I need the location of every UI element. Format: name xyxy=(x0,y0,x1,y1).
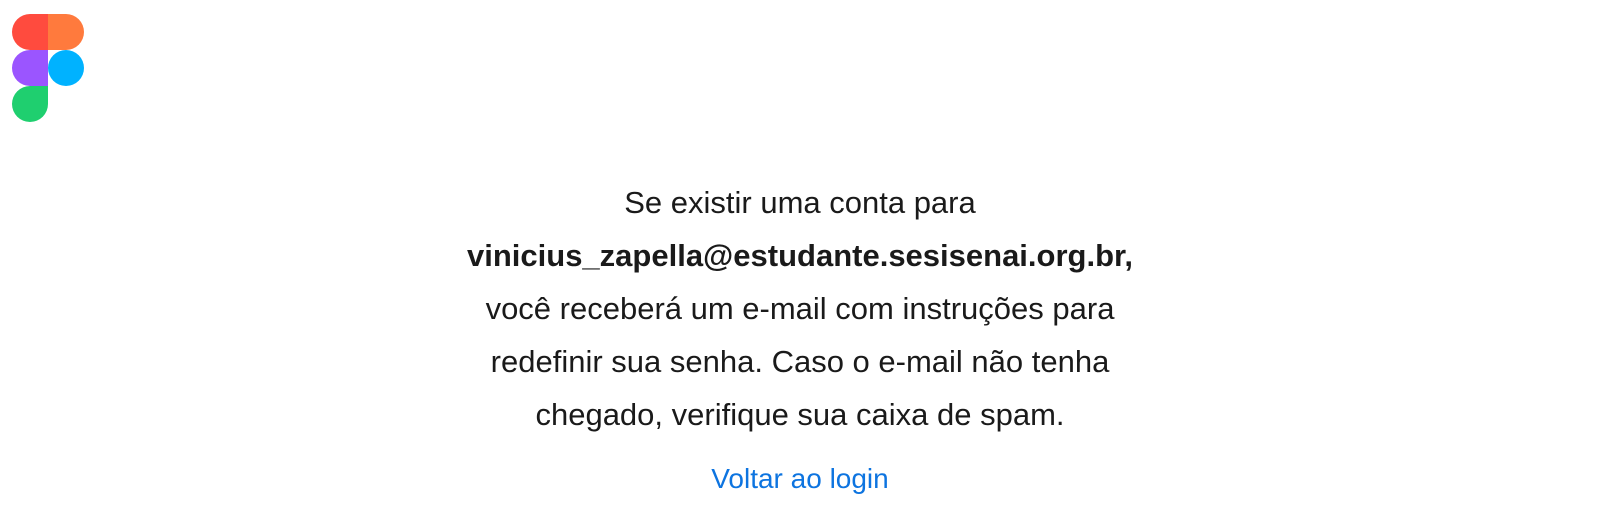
message-line-3: você receberá um e-mail com instruções p… xyxy=(485,291,1115,326)
message-email-line: vinicius_zapella@estudante.sesisenai.org… xyxy=(400,229,1200,282)
back-to-login-link[interactable]: Voltar ao login xyxy=(600,460,1000,498)
figma-logo-icon[interactable] xyxy=(12,14,84,122)
reset-confirmation-message: Se existir uma conta para vinicius_zapel… xyxy=(400,176,1200,441)
message-line-5: chegado, verifique sua caixa de spam. xyxy=(535,397,1065,432)
email-suffix: , xyxy=(1124,238,1133,273)
message-line-4: redefinir sua senha. Caso o e-mail não t… xyxy=(490,344,1110,379)
message-line-1: Se existir uma conta para xyxy=(624,185,976,220)
account-email: vinicius_zapella@estudante.sesisenai.org… xyxy=(467,238,1125,273)
